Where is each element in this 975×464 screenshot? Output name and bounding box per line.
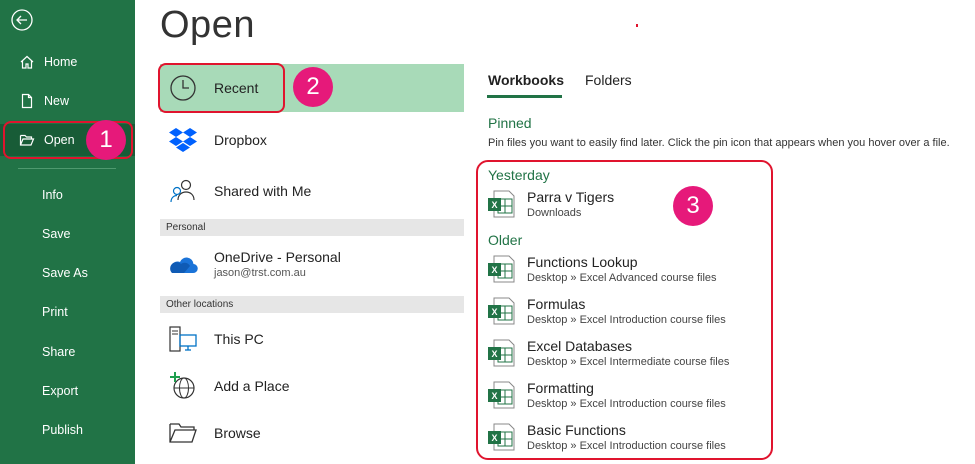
page-title: Open: [160, 4, 255, 46]
location-label: Dropbox: [214, 132, 267, 148]
pinned-heading: Pinned: [488, 115, 532, 131]
sidebar-item-label: Publish: [42, 423, 83, 437]
location-label: This PC: [214, 331, 264, 347]
location-label: Browse: [214, 425, 261, 441]
tab-workbooks[interactable]: Workbooks: [488, 72, 564, 88]
location-onedrive-personal[interactable]: OneDrive - Personal jason@trst.com.au: [160, 241, 464, 287]
back-arrow-icon[interactable]: [11, 9, 33, 31]
annotation-badge-3: 3: [673, 186, 713, 226]
add-globe-icon: [168, 371, 198, 401]
location-label: Add a Place: [214, 378, 290, 394]
sidebar-item-label: New: [44, 94, 70, 108]
sidebar-item-publish[interactable]: Publish: [0, 414, 177, 446]
sidebar-item-label: Export: [42, 384, 79, 398]
location-label: OneDrive - Personal: [214, 249, 341, 265]
backstage-sidebar: Home New Open Info Save Save As Print Sh…: [0, 0, 135, 464]
section-header-other-locations: Other locations: [160, 296, 464, 313]
sidebar-item-home[interactable]: Home: [0, 46, 135, 78]
sidebar-divider: [18, 168, 116, 169]
sidebar-item-save-as[interactable]: Save As: [0, 257, 177, 289]
location-shared-with-me[interactable]: Shared with Me: [160, 168, 464, 214]
dropbox-icon: [168, 125, 198, 155]
location-account: jason@trst.com.au: [214, 267, 306, 279]
location-browse[interactable]: Browse: [160, 410, 464, 456]
sidebar-item-new[interactable]: New: [0, 85, 135, 117]
location-label: Shared with Me: [214, 183, 312, 199]
pinned-description: Pin files you want to easily find later.…: [488, 137, 950, 149]
location-this-pc[interactable]: This PC: [160, 316, 464, 362]
stray-mark: [636, 24, 638, 27]
annotation-badge-1: 1: [86, 120, 126, 160]
sidebar-item-info[interactable]: Info: [0, 179, 177, 211]
sidebar-item-label: Save As: [42, 266, 88, 280]
annotation-box-recent: [158, 63, 285, 113]
sidebar-item-label: Home: [44, 55, 78, 69]
sidebar-item-export[interactable]: Export: [0, 375, 177, 407]
sidebar-item-label: Save: [42, 227, 71, 241]
people-icon: [168, 176, 198, 206]
sidebar-item-label: Print: [42, 305, 68, 319]
excel-backstage-open: Home New Open Info Save Save As Print Sh…: [0, 0, 975, 464]
sidebar-item-save[interactable]: Save: [0, 218, 177, 250]
sidebar-item-label: Share: [42, 345, 76, 359]
home-icon: [18, 53, 36, 71]
computer-icon: [168, 324, 198, 354]
new-document-icon: [18, 92, 36, 110]
active-tab-indicator: [487, 95, 562, 98]
folder-icon: [168, 418, 198, 448]
section-header-personal: Personal: [160, 219, 464, 236]
tab-folders[interactable]: Folders: [585, 72, 632, 88]
sidebar-item-print[interactable]: Print: [0, 296, 177, 328]
cloud-icon: [168, 249, 198, 279]
annotation-badge-2: 2: [293, 67, 333, 107]
sidebar-item-label: Info: [42, 188, 63, 202]
location-add-a-place[interactable]: Add a Place: [160, 363, 464, 409]
annotation-box-recent-files: [476, 160, 773, 460]
location-dropbox[interactable]: Dropbox: [160, 117, 464, 163]
sidebar-item-share[interactable]: Share: [0, 336, 177, 368]
